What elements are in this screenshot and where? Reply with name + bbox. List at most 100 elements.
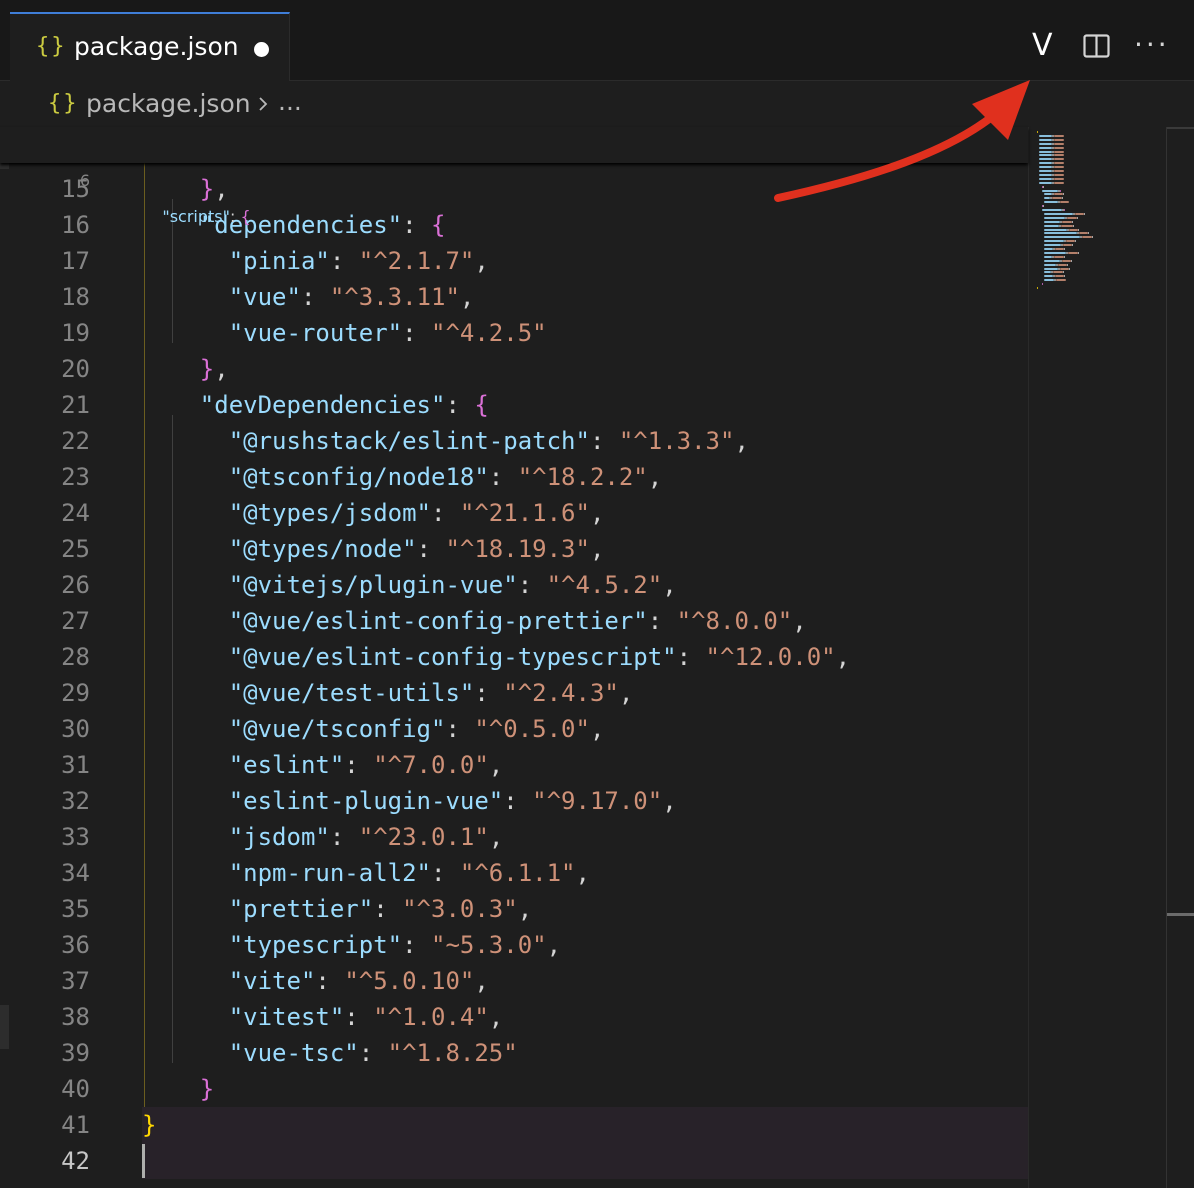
code-line[interactable]: 41} bbox=[0, 1107, 1028, 1143]
code-line[interactable]: 19 "vue-router": "^4.2.5" bbox=[0, 315, 1028, 351]
code-line[interactable]: 36 "typescript": "~5.3.0", bbox=[0, 927, 1028, 963]
code-token: "@tsconfig/node18" bbox=[228, 463, 489, 491]
line-number: 18 bbox=[61, 283, 90, 311]
vertical-scrollbar[interactable] bbox=[1166, 127, 1194, 1188]
code-token: : bbox=[503, 787, 533, 815]
code-line[interactable]: 32 "eslint-plugin-vue": "^9.17.0", bbox=[0, 783, 1028, 819]
line-number: 42 bbox=[61, 1147, 90, 1175]
code-text: "pinia": "^2.1.7", bbox=[142, 243, 489, 279]
code-line[interactable]: 40 } bbox=[0, 1071, 1028, 1107]
code-line[interactable]: 30 "@vue/tsconfig": "^0.5.0", bbox=[0, 711, 1028, 747]
minimap-token bbox=[1072, 220, 1073, 223]
code-token: } bbox=[142, 1111, 157, 1139]
breadcrumb-ellipsis[interactable]: ... bbox=[278, 87, 302, 116]
code-text: "@rushstack/eslint-patch": "^1.3.3", bbox=[142, 423, 749, 459]
line-number: 31 bbox=[61, 751, 90, 779]
code-editor[interactable]: 15 }, 16 "dependencies": {17 "pinia": "^2… bbox=[0, 127, 1028, 1188]
code-token: "^1.0.4" bbox=[373, 1003, 489, 1031]
code-line[interactable]: 27 "@vue/eslint-config-prettier": "^8.0.… bbox=[0, 603, 1028, 639]
code-line[interactable]: 17 "pinia": "^2.1.7", bbox=[0, 243, 1028, 279]
minimap-token bbox=[1044, 259, 1060, 262]
line-number: 21 bbox=[61, 391, 90, 419]
line-number: 19 bbox=[61, 319, 90, 347]
code-token: "eslint" bbox=[228, 751, 345, 779]
code-line[interactable]: 37 "vite": "^5.0.10", bbox=[0, 963, 1028, 999]
code-line[interactable]: 38 "vitest": "^1.0.4", bbox=[0, 999, 1028, 1035]
minimap-token bbox=[1060, 189, 1061, 192]
minimap-token bbox=[1044, 279, 1054, 282]
unsaved-changes-dot[interactable] bbox=[254, 42, 269, 57]
code-line[interactable]: 21 "devDependencies": { bbox=[0, 387, 1028, 423]
line-number: 41 bbox=[61, 1111, 90, 1139]
code-token: : bbox=[329, 823, 359, 851]
code-token: : bbox=[517, 571, 547, 599]
minimap-token bbox=[1064, 209, 1065, 211]
minimap-token bbox=[1044, 251, 1066, 254]
code-token: { bbox=[240, 207, 251, 226]
code-token: : bbox=[445, 715, 475, 743]
minimap-token bbox=[1064, 248, 1065, 250]
red-annotation-arrow-icon bbox=[774, 80, 1030, 202]
line-number: 40 bbox=[61, 1075, 90, 1103]
code-line[interactable]: 42 bbox=[0, 1143, 1028, 1179]
code-line[interactable]: 28 "@vue/eslint-config-typescript": "^12… bbox=[0, 639, 1028, 675]
code-line[interactable]: 31 "eslint": "^7.0.0", bbox=[0, 747, 1028, 783]
code-line[interactable]: 25 "@types/node": "^18.19.3", bbox=[0, 531, 1028, 567]
code-line[interactable]: 35 "prettier": "^3.0.3", bbox=[0, 891, 1028, 927]
code-token: : bbox=[344, 751, 374, 779]
code-text: "@types/node": "^18.19.3", bbox=[142, 531, 605, 567]
split-editor-icon[interactable] bbox=[1083, 34, 1110, 58]
code-token: "@vue/test-utils" bbox=[228, 679, 475, 707]
minimap-token bbox=[1064, 255, 1065, 258]
code-token: "vite" bbox=[228, 967, 316, 995]
minimap[interactable] bbox=[1028, 127, 1167, 1188]
minimap-token bbox=[1073, 224, 1074, 227]
code-token: { bbox=[474, 391, 489, 419]
json-file-icon: {} bbox=[36, 34, 67, 59]
minimap-token bbox=[1064, 275, 1065, 278]
code-line[interactable]: 39 "vue-tsc": "^1.8.25" bbox=[0, 1035, 1028, 1071]
minimap-token bbox=[1056, 279, 1066, 282]
minimap-token bbox=[1067, 263, 1068, 266]
code-text: "eslint-plugin-vue": "^9.17.0", bbox=[142, 783, 677, 819]
code-token: "@types/jsdom" bbox=[228, 499, 431, 527]
code-line[interactable]: 29 "@vue/test-utils": "^2.4.3", bbox=[0, 675, 1028, 711]
editor-window: {} package.json V ··· {} package.json ..… bbox=[0, 0, 1194, 1188]
code-token: , bbox=[662, 787, 677, 815]
code-line[interactable]: 24 "@types/jsdom": "^21.1.6", bbox=[0, 495, 1028, 531]
v-action-button[interactable]: V bbox=[1032, 28, 1053, 63]
code-line[interactable]: 34 "npm-run-all2": "^6.1.1", bbox=[0, 855, 1028, 891]
code-line[interactable]: 23 "@tsconfig/node18": "^18.2.2", bbox=[0, 459, 1028, 495]
code-line[interactable]: 18 "vue": "^3.3.11", bbox=[0, 279, 1028, 315]
code-line[interactable]: 20 }, bbox=[0, 351, 1028, 387]
code-token: : bbox=[229, 207, 241, 226]
code-line[interactable]: 33 "jsdom": "^23.0.1", bbox=[0, 819, 1028, 855]
scrollbar-thumb[interactable] bbox=[1167, 913, 1194, 916]
code-token: , bbox=[589, 499, 605, 527]
minimap-token bbox=[1044, 255, 1052, 258]
minimap-token bbox=[1069, 267, 1070, 270]
code-token: , bbox=[589, 535, 605, 563]
minimap-token bbox=[1078, 251, 1079, 254]
code-line[interactable]: 26 "@vitejs/plugin-vue": "^4.5.2", bbox=[0, 567, 1028, 603]
code-token: "npm-run-all2" bbox=[228, 859, 431, 887]
code-token: "^2.1.7" bbox=[358, 247, 475, 275]
more-actions-button[interactable]: ··· bbox=[1134, 28, 1170, 61]
breadcrumb-file[interactable]: package.json bbox=[86, 89, 251, 118]
minimap-token bbox=[1071, 259, 1072, 262]
line-number: 35 bbox=[61, 895, 90, 923]
code-token: "vue-router" bbox=[228, 319, 403, 347]
tab-package-json[interactable]: {} package.json bbox=[10, 12, 290, 81]
code-line[interactable]: 22 "@rushstack/eslint-patch": "^1.3.3", bbox=[0, 423, 1028, 459]
code-token: , bbox=[214, 355, 229, 383]
code-token: "^23.0.1" bbox=[358, 823, 489, 851]
code-text: "vite": "^5.0.10", bbox=[142, 963, 489, 999]
line-number: 22 bbox=[61, 427, 90, 455]
code-text: "vue-router": "^4.2.5" bbox=[142, 315, 547, 351]
